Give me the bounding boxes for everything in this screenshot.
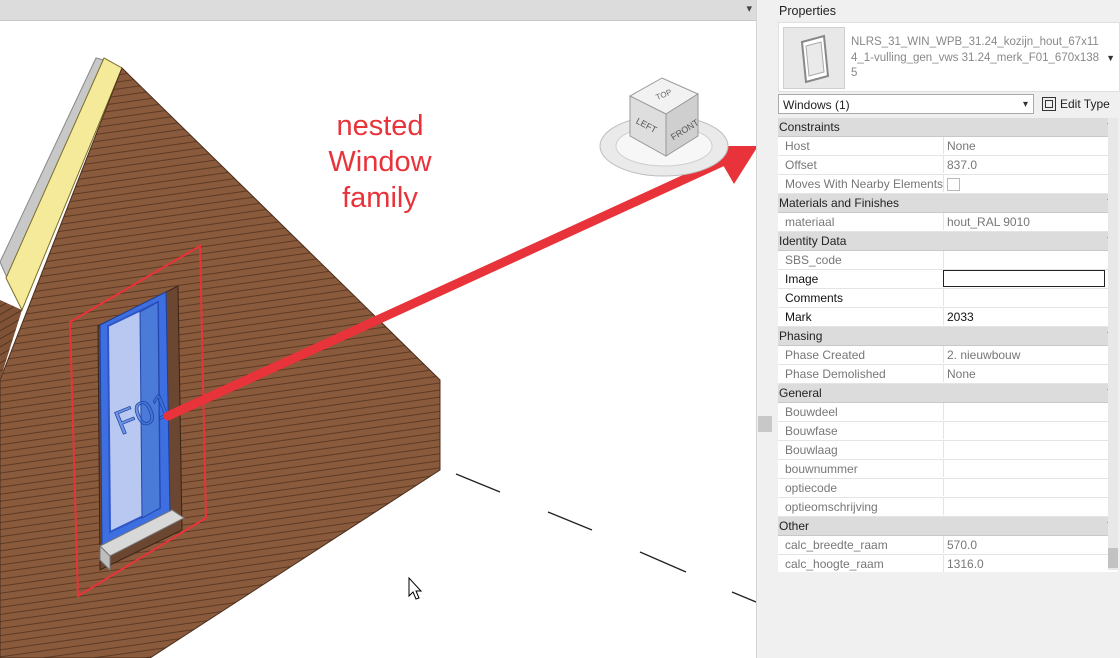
property-row: materiaal hout_RAL 9010: [778, 213, 1118, 232]
property-value[interactable]: 1316.0: [943, 555, 1105, 572]
property-group-label: Other: [779, 519, 810, 533]
property-group-label: Identity Data: [779, 234, 847, 248]
property-value[interactable]: [943, 422, 1105, 439]
property-value[interactable]: [943, 498, 1105, 515]
property-key: materiaal: [785, 215, 835, 229]
ground-line: [455, 473, 501, 493]
property-value[interactable]: [943, 479, 1105, 496]
property-key: Bouwdeel: [785, 405, 838, 419]
annotation-line: Window: [328, 146, 432, 178]
edit-type-icon: [1042, 97, 1056, 111]
property-group-label: Materials and Finishes: [779, 196, 900, 210]
property-key: Moves With Nearby Elements: [785, 177, 944, 191]
property-value[interactable]: None: [943, 365, 1105, 382]
properties-scroll-thumb[interactable]: [1108, 548, 1118, 568]
property-value[interactable]: [943, 441, 1105, 458]
properties-panel: Properties NLRS_31_WIN_WPB_31.24_kozijn_…: [776, 0, 1120, 658]
view-cube[interactable]: TOP LEFT FRONT: [596, 72, 732, 184]
property-value[interactable]: hout_RAL 9010: [943, 213, 1105, 230]
property-value[interactable]: [943, 270, 1105, 287]
property-group-header[interactable]: Phasing⌃: [778, 327, 1118, 346]
property-row: Phase Demolished None: [778, 365, 1118, 384]
property-group-header[interactable]: General⌃: [778, 384, 1118, 403]
type-name: NLRS_31_WIN_WPB_31.24_kozijn_hout_67x114…: [851, 36, 1100, 79]
property-key: optieomschrijving: [785, 500, 878, 514]
property-key: SBS_code: [785, 253, 842, 267]
properties-scrollbar[interactable]: [1108, 118, 1118, 570]
type-selector-scroll-icon[interactable]: ▼: [1106, 53, 1115, 63]
viewport-header: ▾: [0, 0, 756, 21]
3d-viewport[interactable]: F01 ▾ nested Window family TOP LEFT FRON…: [0, 0, 756, 658]
property-row: Bouwdeel: [778, 403, 1118, 422]
property-row: SBS_code: [778, 251, 1118, 270]
chevron-down-icon: ▾: [1022, 99, 1028, 110]
property-group-label: Constraints: [779, 120, 840, 134]
property-row: Image: [778, 270, 1118, 289]
property-row: Offset 837.0: [778, 156, 1118, 175]
annotation-line: nested: [336, 110, 424, 142]
property-key: calc_breedte_raam: [785, 538, 888, 552]
property-row: calc_breedte_raam 570.0: [778, 536, 1118, 555]
property-group-label: General: [779, 386, 822, 400]
property-group-header[interactable]: Constraints⌃: [778, 118, 1118, 137]
annotation-line: family: [342, 182, 418, 214]
category-filter-dropdown[interactable]: Windows (1) ▾: [778, 94, 1034, 114]
property-key: calc_hoogte_raam: [785, 557, 884, 571]
property-row: optiecode: [778, 479, 1118, 498]
property-key: Phase Demolished: [785, 367, 886, 381]
splitter-scroll-thumb[interactable]: [758, 416, 772, 432]
property-group-label: Phasing: [779, 329, 823, 343]
property-value[interactable]: 2. nieuwbouw: [943, 346, 1105, 363]
property-value[interactable]: [943, 251, 1105, 268]
property-row: Moves With Nearby Elements: [778, 175, 1118, 194]
property-key: Image: [785, 272, 819, 286]
property-row: bouwnummer: [778, 460, 1118, 479]
type-selector[interactable]: NLRS_31_WIN_WPB_31.24_kozijn_hout_67x114…: [778, 22, 1120, 92]
property-key: bouwnummer: [785, 462, 858, 476]
property-row: Bouwfase: [778, 422, 1118, 441]
property-row: Mark 2033: [778, 308, 1118, 327]
property-checkbox-cell[interactable]: [943, 175, 1105, 192]
annotation-text: nested Window family: [300, 108, 460, 216]
property-key: optiecode: [785, 481, 838, 495]
window-type-thumbnail: [783, 27, 845, 89]
property-value[interactable]: [943, 289, 1105, 306]
ground-line: [639, 551, 687, 573]
property-group-header[interactable]: Materials and Finishes⌃: [778, 194, 1118, 213]
property-row: Comments: [778, 289, 1118, 308]
properties-grid: Constraints⌃ Host None Offset 837.0 Moves Wit…: [778, 118, 1118, 593]
ground-line: [731, 591, 756, 603]
mouse-cursor-icon: [408, 576, 423, 600]
property-row: Bouwlaag: [778, 441, 1118, 460]
category-filter-value: Windows (1): [783, 98, 850, 112]
property-row: optieomschrijving: [778, 498, 1118, 517]
panel-splitter[interactable]: [756, 0, 777, 658]
property-group-header[interactable]: Identity Data⌃: [778, 232, 1118, 251]
selection-filter-row: Windows (1) ▾ Edit Type: [776, 92, 1120, 117]
property-value[interactable]: 837.0: [943, 156, 1105, 173]
checkbox[interactable]: [947, 178, 960, 191]
property-row: Host None: [778, 137, 1118, 156]
properties-empty-area: [776, 572, 1120, 658]
property-value[interactable]: 2033: [943, 308, 1105, 325]
edit-type-label: Edit Type: [1060, 97, 1110, 111]
property-value[interactable]: None: [943, 137, 1105, 154]
property-row: Phase Created 2. nieuwbouw: [778, 346, 1118, 365]
properties-title: Properties: [776, 0, 1120, 22]
property-key: Bouwlaag: [785, 443, 838, 457]
property-key: Comments: [785, 291, 844, 305]
property-key: Bouwfase: [785, 424, 838, 438]
property-key: Phase Created: [785, 348, 866, 362]
property-key: Host: [785, 139, 810, 153]
viewport-menu-icon[interactable]: ▾: [746, 2, 752, 15]
property-key: Mark: [785, 310, 812, 324]
ground-line: [547, 511, 593, 531]
property-value[interactable]: 570.0: [943, 536, 1105, 553]
property-value[interactable]: [943, 403, 1105, 420]
edit-type-button[interactable]: Edit Type: [1042, 94, 1120, 114]
property-group-header[interactable]: Other⌃: [778, 517, 1118, 536]
property-value[interactable]: [943, 460, 1105, 477]
property-key: Offset: [785, 158, 817, 172]
